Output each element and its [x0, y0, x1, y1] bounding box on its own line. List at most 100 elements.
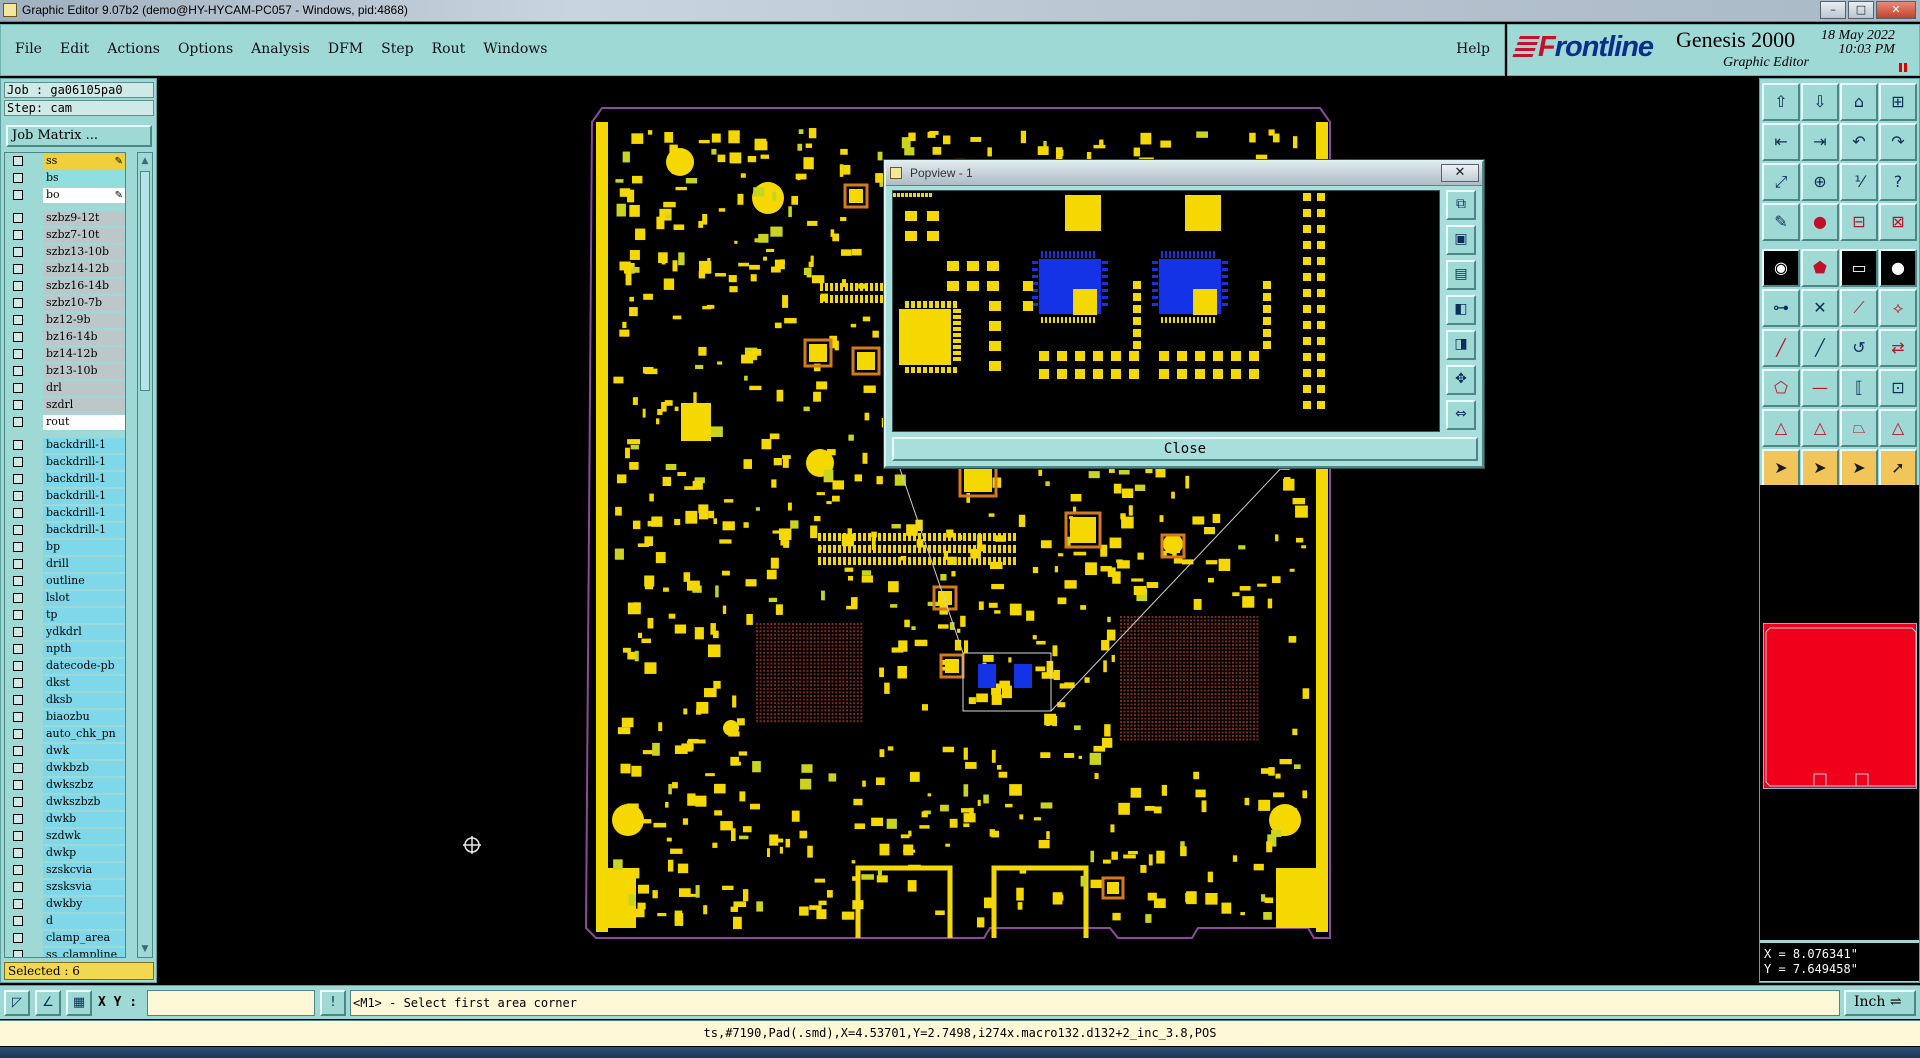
layer-checkbox[interactable]: [13, 729, 23, 739]
layer-name[interactable]: bz16-14b: [43, 330, 125, 345]
layer-row[interactable]: backdrill-1: [5, 455, 125, 470]
layer-row[interactable]: szskcvia: [5, 863, 125, 878]
layer-checkbox[interactable]: [13, 440, 23, 450]
layer-name[interactable]: ss_clampline: [43, 948, 125, 957]
layer-row[interactable]: ydkdrl: [5, 625, 125, 640]
bracket-icon[interactable]: ⟦: [1840, 369, 1878, 407]
layer-name[interactable]: clamp_area: [43, 931, 125, 946]
layer-row[interactable]: bz14-12b: [5, 347, 125, 362]
layer-checkbox[interactable]: [13, 457, 23, 467]
dot-icon[interactable]: ●: [1879, 249, 1917, 287]
popview-close-icon[interactable]: ✕: [1441, 164, 1479, 182]
node-icon[interactable]: ⟡: [1879, 289, 1917, 327]
menu-file[interactable]: File: [15, 41, 42, 57]
layer-checkbox[interactable]: [13, 950, 23, 957]
layer-name[interactable]: dwkbzb: [43, 761, 125, 776]
layer-row[interactable]: dwkp: [5, 846, 125, 861]
layer-row[interactable]: backdrill-1: [5, 472, 125, 487]
step-left-icon[interactable]: ⇤: [1762, 123, 1800, 161]
help-icon[interactable]: ?: [1879, 163, 1917, 201]
minimize-button[interactable]: –: [1820, 1, 1846, 19]
layer-row[interactable]: bz16-14b: [5, 330, 125, 345]
layer-row[interactable]: bo ✎: [5, 188, 125, 203]
job-matrix-button[interactable]: Job Matrix ...: [6, 125, 152, 147]
layer-name[interactable]: ydkdrl: [43, 625, 125, 640]
pointer-select-icon[interactable]: ➤: [1840, 449, 1878, 487]
layer-checkbox[interactable]: [13, 916, 23, 926]
layer-row[interactable]: npth: [5, 642, 125, 657]
link-icon[interactable]: ⟋: [1840, 289, 1878, 327]
layer-row[interactable]: dwkszbz: [5, 778, 125, 793]
layer-name[interactable]: dwkby: [43, 897, 125, 912]
triangle-b-icon[interactable]: △: [1879, 409, 1917, 447]
layer-row[interactable]: dwkb: [5, 812, 125, 827]
layer-checkbox[interactable]: [13, 173, 23, 183]
layer-name[interactable]: bs: [43, 171, 125, 186]
menu-analysis[interactable]: Analysis: [251, 41, 310, 57]
pointer-route-icon[interactable]: ➚: [1879, 449, 1917, 487]
maximize-button[interactable]: □: [1848, 1, 1874, 19]
cross-icon[interactable]: ✕: [1801, 289, 1839, 327]
layer-row[interactable]: szdwk: [5, 829, 125, 844]
xy-input[interactable]: [147, 990, 315, 1016]
menu-edit[interactable]: Edit: [60, 41, 89, 57]
layer-checkbox[interactable]: [13, 230, 23, 240]
layer-row[interactable]: drill: [5, 557, 125, 572]
layer-checkbox[interactable]: [13, 247, 23, 257]
layer-color-icon[interactable]: ⊠: [1879, 203, 1917, 241]
layer-name[interactable]: dkst: [43, 676, 125, 691]
layer-row[interactable]: szdrl: [5, 398, 125, 413]
layer-name[interactable]: bz14-12b: [43, 347, 125, 362]
layer-row[interactable]: bp: [5, 540, 125, 555]
layer-name[interactable]: dwkszbzb: [43, 795, 125, 810]
layer-row[interactable]: bz12-9b: [5, 313, 125, 328]
layer-name[interactable]: dwkb: [43, 812, 125, 827]
layer-name[interactable]: szdwk: [43, 829, 125, 844]
route-icon[interactable]: ⇄: [1879, 329, 1917, 367]
line-red-icon[interactable]: ╱: [1762, 329, 1800, 367]
layer-row[interactable]: rout: [5, 415, 125, 430]
layer-checkbox[interactable]: [13, 695, 23, 705]
snap-icon[interactable]: ◸: [4, 990, 30, 1016]
layer-checkbox[interactable]: [13, 865, 23, 875]
layer-row[interactable]: drl: [5, 381, 125, 396]
layer-checkbox[interactable]: [13, 264, 23, 274]
status-indicator[interactable]: [1899, 63, 1909, 72]
unit-selector[interactable]: Inch ⇌: [1844, 990, 1916, 1016]
layer-checkbox[interactable]: [13, 417, 23, 427]
layer-name[interactable]: backdrill-1: [43, 455, 125, 470]
circle-select-icon[interactable]: ◉: [1762, 249, 1800, 287]
scroll-thumb[interactable]: [140, 171, 150, 391]
layer-name[interactable]: szbz14-12b: [43, 262, 125, 277]
layer-checkbox[interactable]: [13, 559, 23, 569]
polygon-icon[interactable]: ⬟: [1801, 249, 1839, 287]
layer-name[interactable]: szdrl: [43, 398, 125, 413]
layer-row[interactable]: bs: [5, 171, 125, 186]
layer-row[interactable]: tp: [5, 608, 125, 623]
pointer-orange-icon[interactable]: ➤: [1801, 449, 1839, 487]
menu-actions[interactable]: Actions: [107, 41, 160, 57]
open-icon[interactable]: ⇧: [1762, 83, 1800, 121]
layer-name[interactable]: szsksvia: [43, 880, 125, 895]
layer-row[interactable]: backdrill-1: [5, 506, 125, 521]
layer-name[interactable]: rout: [43, 415, 125, 430]
layer-row[interactable]: szsksvia: [5, 880, 125, 895]
layer-name[interactable]: szbz13-10b: [43, 245, 125, 260]
layer-name[interactable]: drl: [43, 381, 125, 396]
fit-icon[interactable]: ⤢: [1762, 163, 1800, 201]
layer-checkbox[interactable]: [13, 882, 23, 892]
layer-name[interactable]: bz12-9b: [43, 313, 125, 328]
layer-row[interactable]: ss_clampline: [5, 948, 125, 957]
layer-name[interactable]: dwkszbz: [43, 778, 125, 793]
snap-icon[interactable]: ⊡: [1879, 369, 1917, 407]
layer-name[interactable]: d: [43, 914, 125, 929]
layer-name[interactable]: drill: [43, 557, 125, 572]
arc-icon[interactable]: ↺: [1840, 329, 1878, 367]
scroll-up-icon[interactable]: ▲: [139, 154, 151, 168]
edit-layer-icon[interactable]: ✎: [115, 155, 123, 169]
layer-checkbox[interactable]: [13, 746, 23, 756]
ratio-icon[interactable]: ⅟: [1840, 163, 1878, 201]
layer-row[interactable]: bz13-10b: [5, 364, 125, 379]
layer-checkbox[interactable]: [13, 576, 23, 586]
grid-icon[interactable]: ⊞: [1879, 83, 1917, 121]
